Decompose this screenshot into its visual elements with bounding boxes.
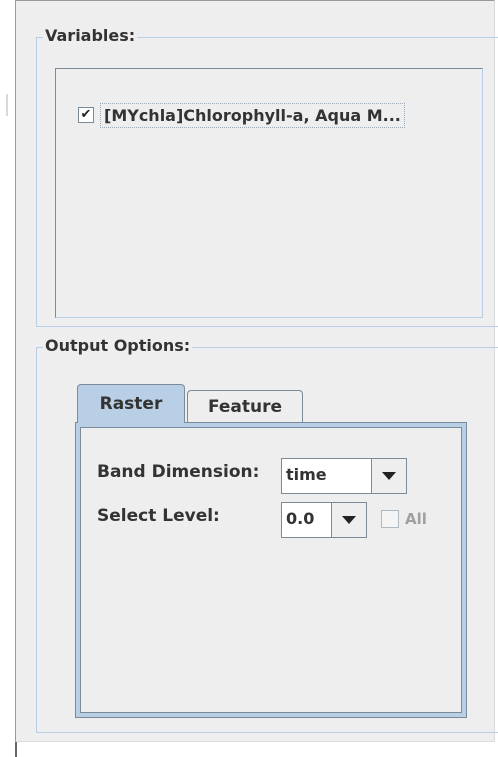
band-dimension-dropdown-button[interactable] xyxy=(371,459,406,493)
chevron-down-icon xyxy=(382,472,396,480)
band-dimension-label: Band Dimension: xyxy=(97,462,260,482)
select-level-dropdown-button[interactable] xyxy=(331,503,366,537)
tab-feature-label: Feature xyxy=(207,397,283,417)
options-panel: Variables: ✔ [MYchla]Chlorophyll-a, Aqua… xyxy=(15,0,498,742)
raster-tab-content: Band Dimension: time Select Level: 0.0 A… xyxy=(80,427,462,713)
left-edge-mark xyxy=(6,94,8,116)
band-dimension-select[interactable]: time xyxy=(281,458,407,494)
variable-checkbox[interactable]: ✔ xyxy=(78,107,94,123)
variables-list[interactable]: ✔ [MYchla]Chlorophyll-a, Aqua M... xyxy=(55,68,483,318)
select-level-select[interactable]: 0.0 xyxy=(281,502,367,538)
all-checkbox-box[interactable] xyxy=(381,510,399,528)
tab-raster-label: Raster xyxy=(99,394,163,414)
tab-raster[interactable]: Raster xyxy=(77,384,185,423)
variable-item[interactable]: ✔ [MYchla]Chlorophyll-a, Aqua M... xyxy=(78,102,405,128)
select-level-label: Select Level: xyxy=(97,506,220,526)
chevron-down-icon xyxy=(342,516,356,524)
raster-tab-panel: Band Dimension: time Select Level: 0.0 A… xyxy=(75,422,467,718)
all-checkbox-label: All xyxy=(405,510,427,528)
variables-group: Variables: ✔ [MYchla]Chlorophyll-a, Aqua… xyxy=(36,26,498,327)
output-options-group: Output Options: Raster Feature Band Dime… xyxy=(36,336,498,733)
variables-title: Variables: xyxy=(43,26,138,46)
band-dimension-value: time xyxy=(286,465,327,484)
tab-feature[interactable]: Feature xyxy=(187,390,303,423)
variable-label[interactable]: [MYchla]Chlorophyll-a, Aqua M... xyxy=(100,102,405,128)
all-levels-checkbox[interactable]: All xyxy=(381,510,427,528)
frame-edge-line xyxy=(15,742,17,757)
output-options-title: Output Options: xyxy=(43,336,193,356)
select-level-value: 0.0 xyxy=(286,509,315,528)
